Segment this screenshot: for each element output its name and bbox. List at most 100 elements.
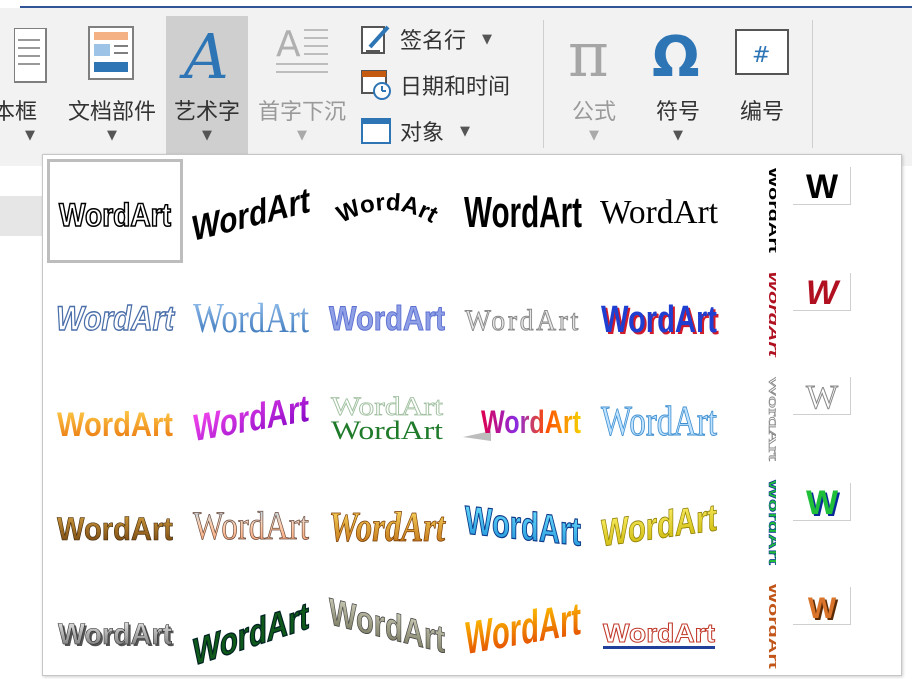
wordart-preview: W xyxy=(805,379,839,413)
wordart-style-25[interactable]: WordArt xyxy=(591,575,727,679)
wordart-preview: WordArt xyxy=(192,179,310,249)
wordart-style-15[interactable]: WordArt xyxy=(591,367,727,471)
wordart-preview: WordArt WordArt xyxy=(331,392,445,445)
svg-text:WordArt: WordArt xyxy=(766,271,776,359)
wordart-style-9[interactable]: WordArt xyxy=(455,263,591,367)
wordart-style-12[interactable]: WordArt xyxy=(183,367,319,471)
document-ruler xyxy=(0,196,44,236)
drop-cap-button[interactable]: A 首字下沉 ▼ xyxy=(252,8,352,158)
wordart-letter-5[interactable]: W W xyxy=(793,587,851,625)
wordart-preview: WordArt xyxy=(333,189,443,229)
wordart-preview: WordArt xyxy=(329,505,447,552)
wordart-vertical-4[interactable]: WordArt xyxy=(741,471,781,575)
svg-text:A: A xyxy=(179,22,229,86)
wordart-style-5[interactable]: WordArt xyxy=(591,159,727,263)
quick-parts-button[interactable]: 文档部件 ▼ xyxy=(62,8,162,158)
wordart-preview: WordArt xyxy=(193,296,309,342)
wordart-letter-4[interactable]: W W xyxy=(793,483,851,521)
wordart-preview: WordArt xyxy=(465,592,581,664)
symbol-button[interactable]: Ω 符号 ▼ xyxy=(640,8,716,158)
svg-text:WordArt: WordArt xyxy=(331,416,444,445)
wordart-style-18[interactable]: WordArt xyxy=(319,471,455,575)
wordart-letter-3[interactable]: W xyxy=(793,377,851,415)
wordart-vertical-5[interactable]: WordArt xyxy=(741,575,781,679)
wordart-icon: A xyxy=(179,22,229,86)
svg-text:WordArt: WordArt xyxy=(603,618,715,648)
wordart-style-7[interactable]: WordArt xyxy=(183,263,319,367)
number-hash-icon: # xyxy=(735,29,789,75)
wordart-style-24[interactable]: WordArt xyxy=(455,575,591,679)
wordart-style-1[interactable]: WordArt xyxy=(47,159,183,263)
svg-text:WordArt: WordArt xyxy=(465,304,581,337)
number-label: 编号 xyxy=(739,100,784,125)
date-time-button[interactable]: 日期和时间 xyxy=(360,68,510,102)
omega-icon: Ω xyxy=(652,25,700,84)
wordart-preview: WordArt xyxy=(766,271,776,359)
wordart-style-4[interactable]: WordArt xyxy=(455,159,591,263)
wordart-vertical-2[interactable]: WordArt xyxy=(741,263,781,367)
wordart-style-17[interactable]: WordArt xyxy=(183,471,319,575)
wordart-style-16[interactable]: WordArt xyxy=(47,471,183,575)
wordart-preview: WordArt xyxy=(766,479,776,566)
wordart-preview: WordArt xyxy=(192,594,309,675)
wordart-preview: WordArt xyxy=(601,399,718,446)
svg-text:W: W xyxy=(805,485,838,519)
svg-text:WordArt: WordArt xyxy=(465,499,581,555)
signature-line-label: 签名行 xyxy=(400,29,467,54)
wordart-vertical-3[interactable]: WordArt xyxy=(741,367,781,471)
quick-parts-icon xyxy=(88,26,134,80)
wordart-style-11[interactable]: WordArt xyxy=(47,367,183,471)
signature-pen-icon xyxy=(361,25,390,54)
equation-button[interactable]: π 公式 ▼ xyxy=(556,8,632,158)
group-separator xyxy=(812,20,813,148)
wordart-vertical-1[interactable]: WordArt xyxy=(741,159,781,263)
wordart-preview: W W xyxy=(807,592,838,623)
wordart-letter-1[interactable]: W xyxy=(793,167,851,205)
wordart-style-23[interactable]: WordArt xyxy=(319,575,455,679)
svg-text:W: W xyxy=(805,379,838,413)
svg-text:WordArt: WordArt xyxy=(193,296,309,342)
wordart-style-22[interactable]: WordArt xyxy=(183,575,319,679)
wordart-style-10[interactable]: WordArt WordArt xyxy=(591,263,727,367)
svg-text:WordArt: WordArt xyxy=(601,299,717,341)
wordart-style-13[interactable]: WordArt WordArt xyxy=(319,367,455,471)
svg-text:W: W xyxy=(805,169,838,203)
textbox-button[interactable]: 本框 ▼ xyxy=(0,8,60,158)
wordart-style-3[interactable]: WordArt xyxy=(319,159,455,263)
wordart-preview: W W xyxy=(805,485,840,519)
wordart-letter-2[interactable]: W xyxy=(793,273,851,311)
svg-text:WordArt: WordArt xyxy=(193,387,309,450)
wordart-preview: WordArt WordArt xyxy=(601,299,719,343)
wordart-style-14[interactable]: WordArt xyxy=(455,367,591,471)
svg-text:WordArt: WordArt xyxy=(193,503,309,548)
wordart-style-6[interactable]: WordArt xyxy=(47,263,183,367)
number-button[interactable]: # 编号 xyxy=(724,8,800,158)
signature-line-button[interactable]: 签名行 ▼ xyxy=(360,22,492,56)
wordart-style-8[interactable]: WordArt xyxy=(319,263,455,367)
wordart-style-21[interactable]: WordArt WordArt xyxy=(47,575,183,679)
wordart-preview: WordArt xyxy=(55,299,176,338)
wordart-preview: WordArt xyxy=(765,375,776,462)
svg-text:WordArt: WordArt xyxy=(57,511,173,547)
svg-text:WordArt: WordArt xyxy=(600,194,719,231)
svg-text:WordArt: WordArt xyxy=(59,197,171,233)
svg-text:π: π xyxy=(568,22,609,84)
drop-cap-label: 首字下沉 xyxy=(257,100,346,125)
quick-parts-label: 文档部件 xyxy=(67,100,156,125)
chevron-down-icon: ▼ xyxy=(202,128,212,143)
wordart-preview: WordArt xyxy=(193,503,310,549)
chevron-down-icon: ▼ xyxy=(297,128,307,143)
textbox-icon xyxy=(14,28,47,83)
wordart-style-2[interactable]: WordArt xyxy=(183,159,319,263)
wordart-gallery: WordArt WordArt WordArt WordArt WordArt … xyxy=(42,154,902,676)
wordart-preview: WordArt xyxy=(465,304,581,338)
wordart-style-19[interactable]: WordArt xyxy=(455,471,591,575)
equation-label: 公式 xyxy=(571,100,616,125)
wordart-preview: WordArt xyxy=(57,406,173,444)
chevron-down-icon: ▼ xyxy=(589,128,599,143)
object-button[interactable]: 对象 ▼ xyxy=(360,114,470,148)
chevron-down-icon: ▼ xyxy=(25,128,35,143)
wordart-button[interactable]: A 艺术字 ▼ xyxy=(166,16,248,156)
wordart-style-20[interactable]: WordArt xyxy=(591,471,727,575)
svg-text:Ω: Ω xyxy=(652,25,700,84)
